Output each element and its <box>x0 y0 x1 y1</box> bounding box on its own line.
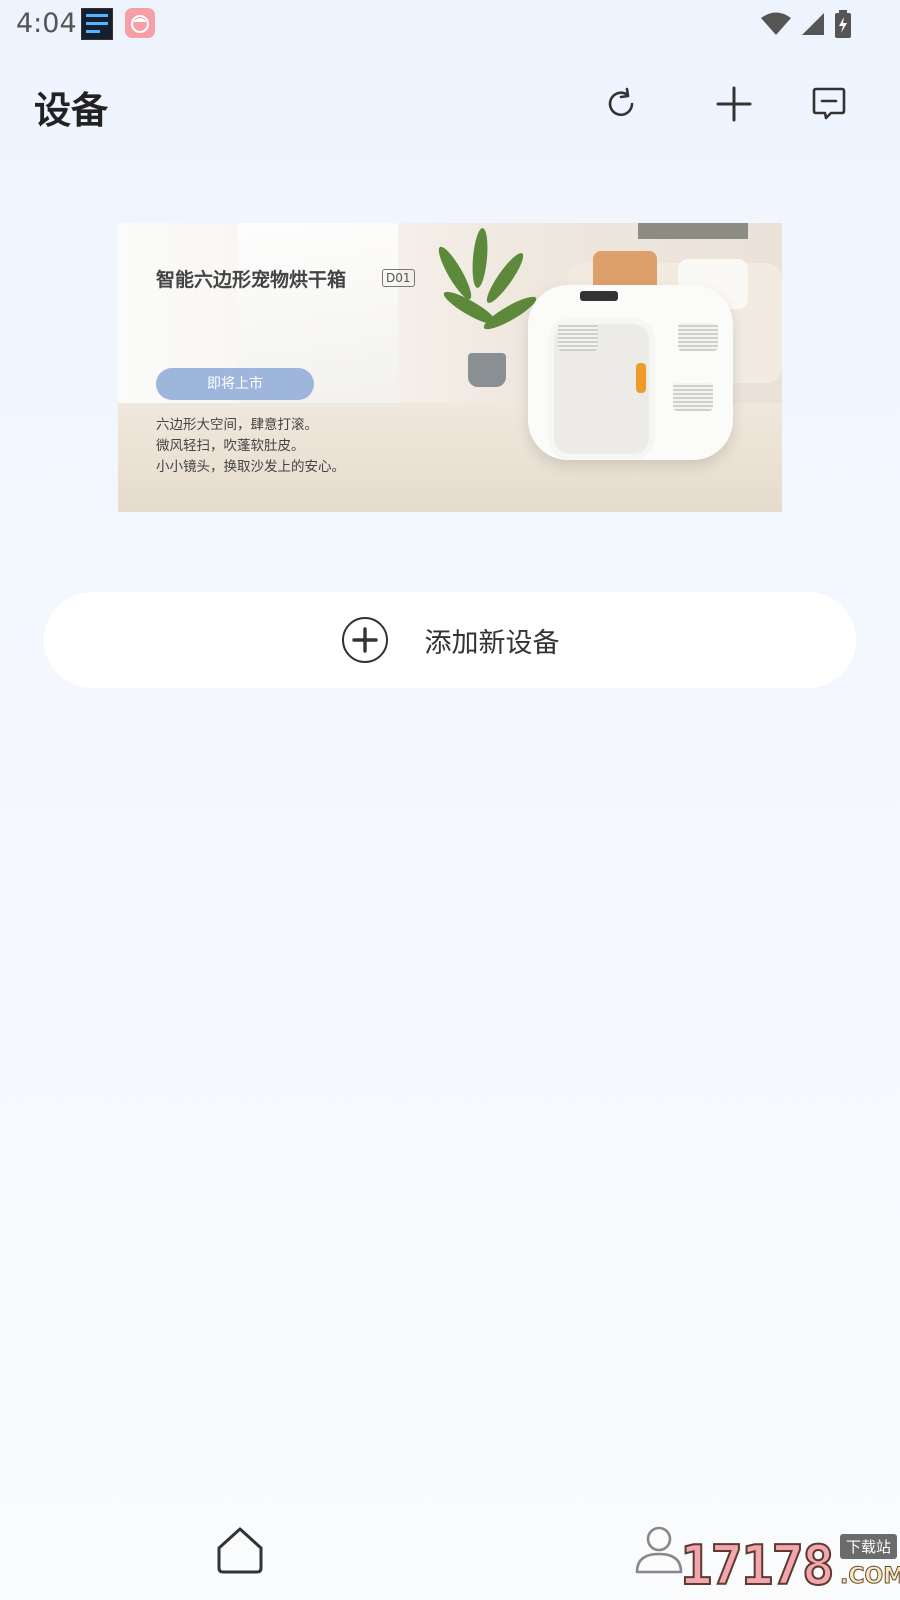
plant-leaf <box>470 227 490 289</box>
user-icon <box>635 1526 683 1574</box>
home-icon <box>217 1527 263 1574</box>
watermark-label: 下载站 <box>840 1534 898 1559</box>
plant-leaf <box>482 249 528 307</box>
banner-line: 微风轻扫，吹蓬软肚皮。 <box>156 438 305 454</box>
status-bar: 4:04 <box>0 0 900 48</box>
nav-home-tab[interactable] <box>213 1524 267 1578</box>
add-icon <box>716 86 752 122</box>
plus-circle-icon <box>341 617 388 663</box>
banner-painting <box>638 223 748 239</box>
clock-widget-notification-icon <box>81 8 113 40</box>
watermark-logo: 17178 下载站 .COM <box>679 1533 900 1600</box>
status-time: 4:04 <box>16 8 77 39</box>
add-new-device-button[interactable]: 添加新设备 <box>44 592 856 688</box>
promo-banner[interactable]: 智能六边形宠物烘干箱 D01 即将上市 六边形大空间，肆意打滚。 微风轻扫，吹蓬… <box>118 223 782 512</box>
banner-line: 小小镜头，换取沙发上的安心。 <box>156 459 345 475</box>
app-notification-icon <box>125 8 155 38</box>
app-bar: 设备 <box>0 72 900 136</box>
wifi-icon <box>761 12 791 35</box>
add-new-device-label: 添加新设备 <box>424 627 560 659</box>
dryer-vent <box>678 323 718 351</box>
nav-profile-tab[interactable] <box>632 1524 686 1578</box>
battery-icon <box>835 10 851 38</box>
message-button[interactable] <box>807 82 851 126</box>
page-title: 设备 <box>34 89 108 132</box>
dryer-screen <box>580 291 618 301</box>
add-button[interactable] <box>712 82 756 126</box>
coming-soon-button[interactable]: 即将上市 <box>156 368 314 400</box>
banner-model-tag: D01 <box>382 269 415 287</box>
signal-icon <box>802 13 824 35</box>
message-icon <box>812 87 846 120</box>
watermark-domain: .COM <box>839 1564 900 1590</box>
dryer-vent <box>673 383 713 411</box>
watermark-digits: 17178 <box>679 1533 836 1598</box>
refresh-button[interactable] <box>599 82 643 126</box>
dryer-handle <box>636 363 646 393</box>
banner-line: 六边形大空间，肆意打滚。 <box>156 417 318 433</box>
bottom-nav: 17178 下载站 .COM <box>0 1500 900 1600</box>
banner-title: 智能六边形宠物烘干箱 <box>156 269 347 291</box>
status-icons <box>760 10 852 38</box>
plant-pot <box>468 353 506 387</box>
refresh-icon <box>608 87 634 117</box>
dryer-vent <box>558 323 598 351</box>
